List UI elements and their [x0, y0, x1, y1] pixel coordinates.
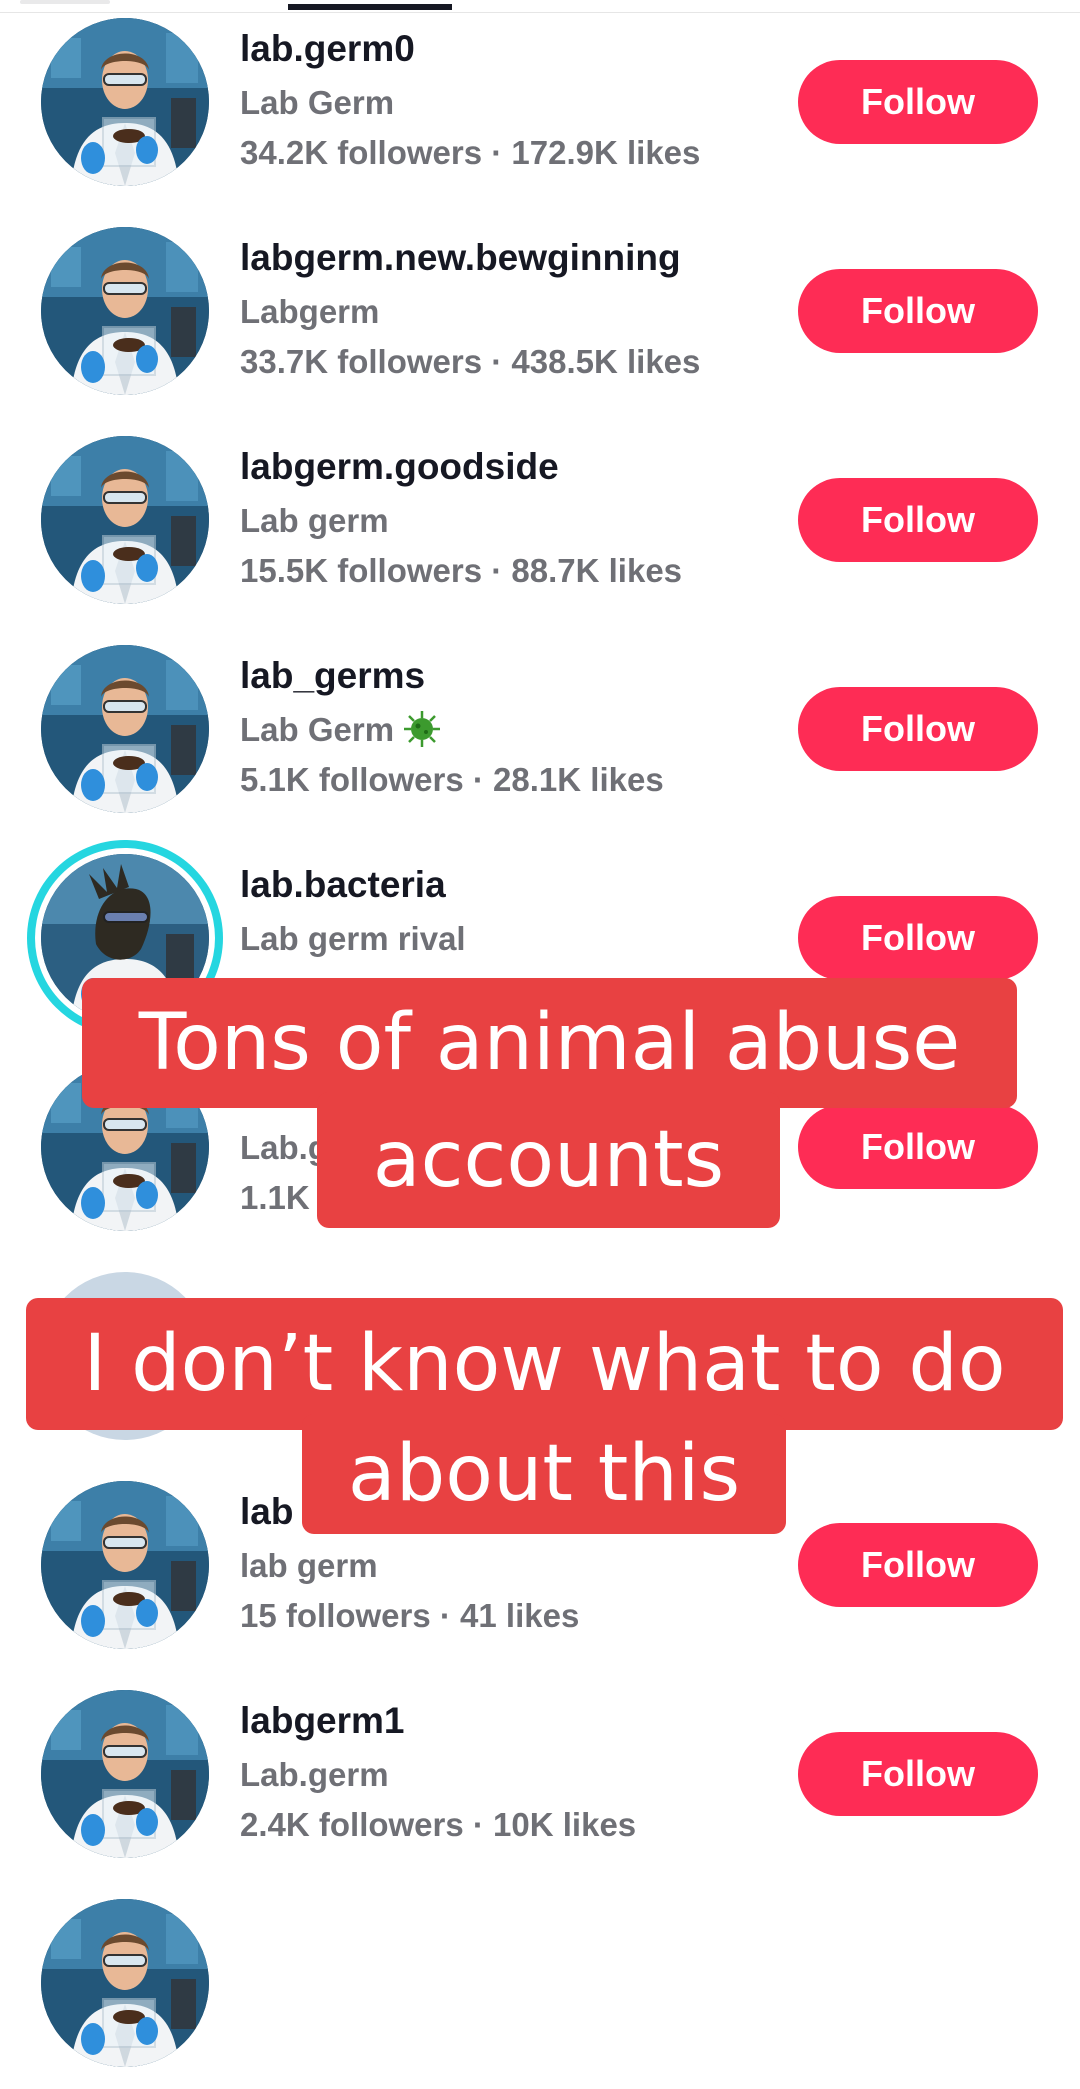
- display-name: Lab.g: [240, 1129, 328, 1166]
- follow-button[interactable]: Follow: [798, 1732, 1038, 1816]
- user-row[interactable]: labgerm.new.bewginning Labgerm 33.7K fol…: [0, 209, 1080, 417]
- user-row[interactable]: labgerm1 Lab.germ 2.4K followers · 10K l…: [0, 1672, 1080, 1880]
- follow-button[interactable]: Follow: [798, 60, 1038, 144]
- display-name: Lab Germ: [240, 711, 442, 749]
- follow-button[interactable]: Follow: [798, 269, 1038, 353]
- username: labgerm.new.bewginning: [240, 237, 681, 278]
- username: lab: [240, 1491, 294, 1532]
- display-name: lab germ: [240, 1547, 378, 1584]
- avatar[interactable]: [41, 1481, 209, 1649]
- follower-stats: 15.5K followers · 88.7K likes: [240, 552, 683, 589]
- display-name: Lab.germ: [240, 1756, 389, 1793]
- follow-button[interactable]: Follow: [798, 1105, 1038, 1189]
- avatar[interactable]: [41, 1899, 209, 2067]
- user-row[interactable]: labgerm.goodside Lab germ 15.5K follower…: [0, 418, 1080, 626]
- username: lab.germ0: [240, 28, 415, 69]
- caption-overlay-line: I don’t know what to do: [26, 1298, 1063, 1430]
- follow-button[interactable]: Follow: [798, 687, 1038, 771]
- follower-stats: 34.2K followers · 172.9K likes: [240, 134, 701, 171]
- user-row[interactable]: lab.germ0 Lab Germ 34.2K followers · 172…: [0, 0, 1080, 208]
- avatar[interactable]: [41, 18, 209, 186]
- follow-button[interactable]: Follow: [798, 478, 1038, 562]
- display-name-text: Lab Germ: [240, 711, 395, 748]
- follower-stats: 2.4K followers · 10K likes: [240, 1806, 637, 1843]
- follow-button[interactable]: Follow: [798, 896, 1038, 980]
- username: labgerm.goodside: [240, 446, 559, 487]
- follower-stats: 5.1K followers · 28.1K likes: [240, 761, 664, 798]
- username: labgerm1: [240, 1700, 405, 1741]
- display-name: Lab Germ: [240, 84, 395, 121]
- user-row[interactable]: [0, 1881, 1080, 2089]
- follower-stats: 15 followers · 41 likes: [240, 1597, 580, 1634]
- display-name: Lab germ rival: [240, 920, 466, 957]
- follow-button[interactable]: Follow: [798, 1523, 1038, 1607]
- virus-icon: [402, 709, 442, 749]
- caption-overlay-line: accounts: [317, 1092, 780, 1228]
- display-name: Labgerm: [240, 293, 380, 330]
- caption-overlay-line: Tons of animal abuse: [82, 978, 1017, 1108]
- follower-stats: 33.7K followers · 438.5K likes: [240, 343, 701, 380]
- avatar[interactable]: [41, 227, 209, 395]
- avatar[interactable]: [41, 436, 209, 604]
- caption-overlay-line: about this: [302, 1414, 786, 1534]
- username: lab_germs: [240, 655, 426, 696]
- display-name: Lab germ: [240, 502, 389, 539]
- user-row[interactable]: lab_germs Lab Germ 5.1K followers · 28.1…: [0, 627, 1080, 835]
- avatar[interactable]: [41, 645, 209, 813]
- avatar[interactable]: [41, 1690, 209, 1858]
- username: lab.bacteria: [240, 864, 446, 905]
